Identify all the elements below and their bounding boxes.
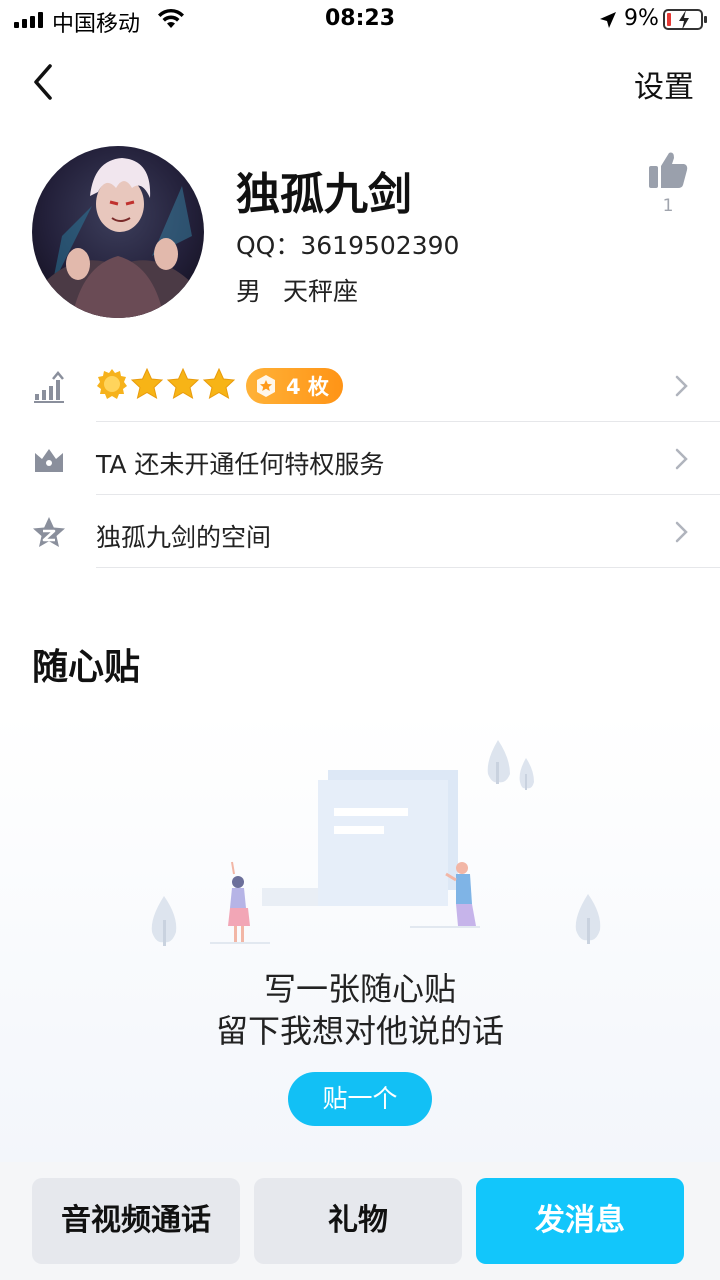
qq-separator: ： (275, 231, 301, 260)
divider (96, 567, 720, 568)
location-arrow-icon (600, 12, 616, 28)
like-count: 1 (662, 196, 674, 216)
level-row[interactable]: 4 枚 (0, 350, 720, 422)
medal-count-badge[interactable]: 4 枚 (246, 368, 343, 404)
battery-icon (663, 9, 707, 30)
star-badge-icon (130, 368, 164, 400)
back-button[interactable] (26, 60, 66, 104)
settings-button[interactable]: 设置 (634, 62, 694, 106)
gift-button[interactable]: 礼物 (254, 1178, 462, 1264)
divider (96, 421, 720, 422)
empty-state-illustration (151, 740, 601, 946)
video-call-button[interactable]: 音视频通话 (32, 1178, 240, 1264)
like-button[interactable]: 1 (644, 150, 692, 220)
profile-name: 独孤九剑 (236, 169, 412, 220)
profile-meta: 男天秤座 (236, 272, 358, 308)
post-sticky-note-button[interactable]: 贴一个 (288, 1072, 432, 1126)
send-message-button[interactable]: 发消息 (476, 1178, 684, 1264)
star-badge-icon (202, 368, 236, 400)
thumbs-up-icon (649, 152, 688, 188)
qzone-star-icon (33, 517, 65, 547)
section-title: 随心贴 (32, 647, 141, 688)
privilege-label: TA 还未开通任何特权服务 (96, 450, 385, 479)
sun-badge-icon (97, 369, 127, 399)
sticky-notes-empty-state: 写一张随心贴 留下我想对他说的话 贴一个 (0, 712, 720, 1162)
medal-icon (257, 375, 275, 397)
avatar[interactable] (32, 146, 204, 318)
level-badges (96, 368, 236, 400)
empty-state-line2: 留下我想对他说的话 (215, 1012, 504, 1050)
zodiac: 天秤座 (283, 277, 359, 306)
privilege-row[interactable]: TA 还未开通任何特权服务 (0, 423, 720, 495)
chevron-right-icon (675, 375, 688, 397)
medal-count: 4 枚 (286, 375, 329, 399)
chevron-left-icon (34, 64, 52, 100)
chevron-right-icon (675, 521, 688, 543)
status-bar: 中国移动 08:23 9% (0, 0, 720, 40)
qzone-label: 独孤九剑的空间 (96, 523, 272, 552)
qq-number[interactable]: QQ：3619502390 (236, 226, 459, 262)
star-badge-icon (166, 368, 200, 400)
crown-icon (35, 449, 63, 472)
qq-number-value: 3619502390 (300, 231, 460, 260)
battery-percent: 9% (624, 6, 659, 31)
chevron-right-icon (675, 448, 688, 470)
empty-state-line1: 写一张随心贴 (263, 970, 456, 1008)
qq-label: QQ (236, 231, 276, 260)
level-chart-icon (34, 371, 64, 403)
qzone-row[interactable]: 独孤九剑的空间 (0, 496, 720, 568)
gender: 男 (236, 277, 262, 306)
bottom-action-bar: 音视频通话 礼物 发消息 (0, 1162, 720, 1280)
divider (96, 494, 720, 495)
